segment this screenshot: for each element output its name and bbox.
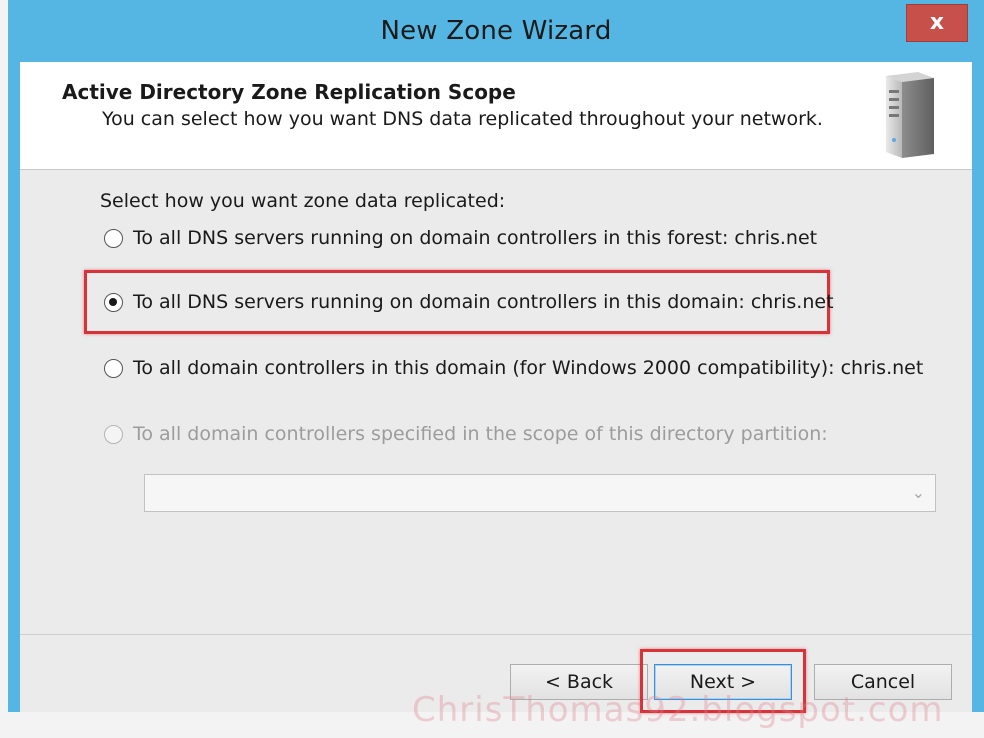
partition-dropdown: ⌄ <box>144 474 936 512</box>
option-domain-w2k-label: To all domain controllers in this domain… <box>133 357 924 379</box>
window-title: New Zone Wizard <box>380 16 612 46</box>
option-domain-w2k[interactable]: To all domain controllers in this domain… <box>104 354 923 382</box>
radio-partition <box>104 424 123 444</box>
option-domain-dns[interactable]: To all DNS servers running on domain con… <box>104 288 834 316</box>
replication-prompt: Select how you want zone data replicated… <box>100 190 506 212</box>
footer-divider <box>20 634 972 635</box>
option-partition-label: To all domain controllers specified in t… <box>133 423 828 445</box>
chevron-down-icon: ⌄ <box>911 483 925 502</box>
page-subtitle: You can select how you want DNS data rep… <box>102 108 823 130</box>
radio-domain-dns[interactable] <box>104 292 123 312</box>
wizard-client-area: Active Directory Zone Replication Scope … <box>20 62 972 713</box>
option-forest-label: To all DNS servers running on domain con… <box>133 227 818 249</box>
wizard-window: New Zone Wizard x Active Directory Zone … <box>8 0 984 713</box>
close-button[interactable]: x <box>906 4 968 42</box>
option-forest[interactable]: To all DNS servers running on domain con… <box>104 224 817 252</box>
wizard-header: Active Directory Zone Replication Scope … <box>20 62 972 170</box>
watermark: ChrisThomas92.blogspot.com <box>412 690 944 730</box>
server-icon <box>886 72 934 158</box>
radio-domain-w2k[interactable] <box>104 358 123 378</box>
title-bar[interactable]: New Zone Wizard x <box>8 0 984 62</box>
radio-forest[interactable] <box>104 228 123 248</box>
page-title: Active Directory Zone Replication Scope <box>62 80 516 104</box>
option-partition: To all domain controllers specified in t… <box>104 420 828 448</box>
option-domain-dns-label: To all DNS servers running on domain con… <box>133 291 834 313</box>
